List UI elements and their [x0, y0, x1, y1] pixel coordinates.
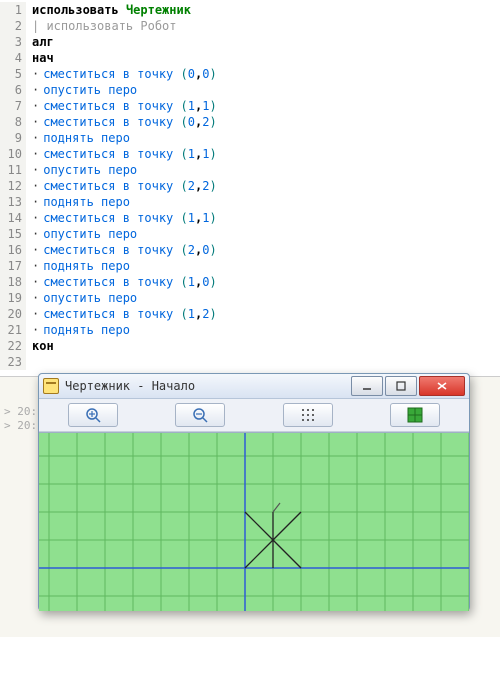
- line-number: 14: [0, 210, 26, 226]
- code-line[interactable]: 21·поднять перо: [0, 322, 500, 338]
- window-title: Чертежник - Начало: [65, 379, 349, 393]
- line-number: 15: [0, 226, 26, 242]
- code-line[interactable]: 22кон: [0, 338, 500, 354]
- code-content: использовать Чертежник: [26, 2, 191, 18]
- grid-button[interactable]: [283, 403, 333, 427]
- zoom-out-icon: [191, 406, 209, 424]
- line-number: 10: [0, 146, 26, 162]
- log-line: > 20:: [4, 405, 37, 419]
- code-content: кон: [26, 338, 54, 354]
- code-line[interactable]: 10·сместиться в точку (1,1): [0, 146, 500, 162]
- line-number: 20: [0, 306, 26, 322]
- code-line[interactable]: 5·сместиться в точку (0,0): [0, 66, 500, 82]
- code-content: ·сместиться в точку (1,1): [26, 210, 217, 226]
- code-line[interactable]: 23: [0, 354, 500, 370]
- code-content: ·опустить перо: [26, 82, 137, 98]
- zoom-in-icon: [84, 406, 102, 424]
- line-number: 18: [0, 274, 26, 290]
- code-content: ·сместиться в точку (0,0): [26, 66, 217, 82]
- code-content: ·сместиться в точку (0,2): [26, 114, 217, 130]
- code-content: ·поднять перо: [26, 258, 130, 274]
- output-panel: > 20: > 20: Чертежник - Начало: [0, 376, 500, 637]
- code-content: ·сместиться в точку (1,1): [26, 146, 217, 162]
- line-number: 13: [0, 194, 26, 210]
- line-number: 6: [0, 82, 26, 98]
- code-content: ·сместиться в точку (1,1): [26, 98, 217, 114]
- code-editor[interactable]: 1использовать Чертежник2| использовать Р…: [0, 0, 500, 376]
- fit-button[interactable]: [390, 403, 440, 427]
- code-line[interactable]: 17·поднять перо: [0, 258, 500, 274]
- code-line[interactable]: 11·опустить перо: [0, 162, 500, 178]
- grid-icon: [299, 406, 317, 424]
- log-line: > 20:: [4, 419, 37, 433]
- close-button[interactable]: [419, 376, 465, 396]
- line-number: 23: [0, 354, 26, 370]
- code-line[interactable]: 13·поднять перо: [0, 194, 500, 210]
- code-line[interactable]: 3алг: [0, 34, 500, 50]
- code-content: ·сместиться в точку (1,2): [26, 306, 217, 322]
- code-line[interactable]: 14·сместиться в точку (1,1): [0, 210, 500, 226]
- code-content: ·опустить перо: [26, 162, 137, 178]
- line-number: 11: [0, 162, 26, 178]
- line-number: 21: [0, 322, 26, 338]
- code-line[interactable]: 4нач: [0, 50, 500, 66]
- line-number: 17: [0, 258, 26, 274]
- toolbar: [39, 399, 469, 432]
- minimize-button[interactable]: [351, 376, 383, 396]
- code-content: ·сместиться в точку (1,0): [26, 274, 217, 290]
- app-icon: [43, 378, 59, 394]
- code-line[interactable]: 16·сместиться в точку (2,0): [0, 242, 500, 258]
- line-number: 5: [0, 66, 26, 82]
- titlebar[interactable]: Чертежник - Начало: [39, 374, 469, 399]
- code-content: ·опустить перо: [26, 226, 137, 242]
- code-content: ·опустить перо: [26, 290, 137, 306]
- drawing-canvas[interactable]: [39, 432, 469, 611]
- line-number: 22: [0, 338, 26, 354]
- line-number: 1: [0, 2, 26, 18]
- code-content: ·поднять перо: [26, 194, 130, 210]
- zoom-in-button[interactable]: [68, 403, 118, 427]
- code-line[interactable]: 20·сместиться в точку (1,2): [0, 306, 500, 322]
- code-line[interactable]: 1использовать Чертежник: [0, 2, 500, 18]
- code-content: нач: [26, 50, 54, 66]
- code-line[interactable]: 18·сместиться в точку (1,0): [0, 274, 500, 290]
- code-content: ·поднять перо: [26, 130, 130, 146]
- log-area: > 20: > 20:: [0, 405, 41, 433]
- code-content: ·сместиться в точку (2,0): [26, 242, 217, 258]
- line-number: 12: [0, 178, 26, 194]
- code-line[interactable]: 9·поднять перо: [0, 130, 500, 146]
- code-line[interactable]: 2| использовать Робот: [0, 18, 500, 34]
- line-number: 7: [0, 98, 26, 114]
- line-number: 3: [0, 34, 26, 50]
- drawer-window[interactable]: Чертежник - Начало: [38, 373, 470, 611]
- line-number: 19: [0, 290, 26, 306]
- line-number: 8: [0, 114, 26, 130]
- line-number: 9: [0, 130, 26, 146]
- code-line[interactable]: 7·сместиться в точку (1,1): [0, 98, 500, 114]
- zoom-out-button[interactable]: [175, 403, 225, 427]
- code-line[interactable]: 12·сместиться в точку (2,2): [0, 178, 500, 194]
- line-number: 16: [0, 242, 26, 258]
- code-line[interactable]: 15·опустить перо: [0, 226, 500, 242]
- code-content: | использовать Робот: [26, 18, 177, 34]
- maximize-button[interactable]: [385, 376, 417, 396]
- code-content: алг: [26, 34, 54, 50]
- line-number: 2: [0, 18, 26, 34]
- fit-icon: [406, 406, 424, 424]
- code-line[interactable]: 6·опустить перо: [0, 82, 500, 98]
- code-line[interactable]: 19·опустить перо: [0, 290, 500, 306]
- code-line[interactable]: 8·сместиться в точку (0,2): [0, 114, 500, 130]
- line-number: 4: [0, 50, 26, 66]
- code-content: ·сместиться в точку (2,2): [26, 178, 217, 194]
- code-content: ·поднять перо: [26, 322, 130, 338]
